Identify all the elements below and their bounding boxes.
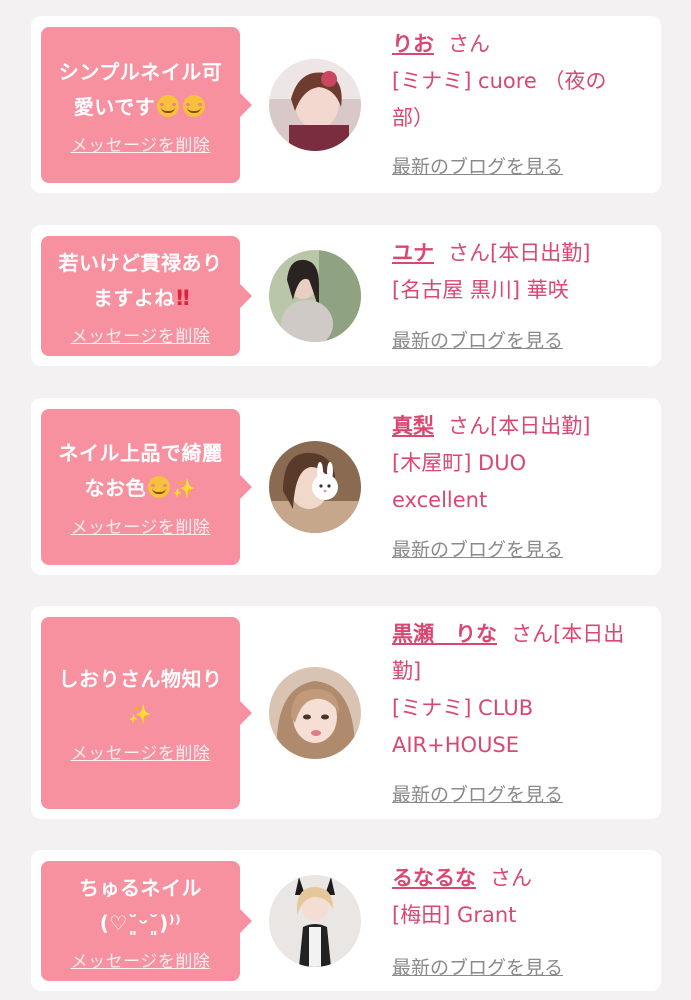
message-line: ネイル上品で綺麗 [58,441,223,465]
message-line: ますよね [92,285,175,310]
attendance-status: [本日出勤] [490,414,591,438]
cast-info: ユナ さん[本日出勤] [名古屋 黒川] 華咲 [392,235,650,309]
message-line: 若いけど貫禄あり [58,250,223,275]
latest-blog-link[interactable]: 最新のブログを見る [392,326,563,353]
message-bubble: ネイル上品で綺麗 なお色 ✨ メッセージを削除 [41,409,252,565]
cast-info: るなるな さん [梅田] Grant [392,860,650,934]
honorific: さん [448,32,490,56]
message-line: (♡˘͈ᵕ˘͈)⁾⁾ [99,910,182,935]
cast-name-link[interactable]: 真梨 [392,414,434,438]
smiling-face-with-hearts-icon [157,94,180,117]
attendance-status: [本日出勤] [490,241,591,265]
avatar[interactable] [269,441,361,533]
honorific: さん [448,241,490,265]
message-text: ネイル上品で綺麗 なお色 ✨ [59,436,223,507]
list-item: ちゅるネイル (♡˘͈ᵕ˘͈)⁾⁾ メッセージを削除 るなるな さん [梅田] G… [31,850,661,991]
avatar[interactable] [269,250,361,342]
latest-blog-link[interactable]: 最新のブログを見る [392,535,563,562]
shop-name-cont: AIR+HOUSE [392,733,520,757]
message-text: しおりさん物知り ✨ [59,662,223,733]
message-text: ちゅるネイル (♡˘͈ᵕ˘͈)⁾⁾ [79,871,202,941]
message-line: シンプルネイル可 [58,59,223,84]
delete-message-link[interactable]: メッセージを削除 [71,947,211,972]
cast-name-link[interactable]: りお [392,32,434,56]
smiling-face-with-hearts-icon [183,94,206,117]
cast-name-link[interactable]: 黒瀬 りな [392,622,497,646]
message-bubble: ちゅるネイル (♡˘͈ᵕ˘͈)⁾⁾ メッセージを削除 [41,861,252,981]
message-text: シンプルネイル可 愛いです [59,55,222,125]
list-item: ネイル上品で綺麗 なお色 ✨ メッセージを削除 真梨 さん[本日出勤] [木屋町] … [31,398,661,575]
double-exclamation-icon: !! [174,285,191,310]
avatar-photo [269,59,361,151]
message-line: しおりさん物知り [58,667,223,691]
avatar[interactable] [269,875,361,967]
cast-info: 真梨 さん[本日出勤] [木屋町] DUO excellent [392,408,650,519]
shop-name: [ミナミ] CLUB [392,696,534,720]
latest-blog-link[interactable]: 最新のブログを見る [392,780,563,807]
message-bubble: シンプルネイル可 愛いです メッセージを削除 [41,27,252,183]
shop-name: [木屋町] DUO [392,451,527,475]
latest-blog-link[interactable]: 最新のブログを見る [392,953,563,980]
latest-blog-link[interactable]: 最新のブログを見る [392,152,563,179]
honorific: さん [490,866,532,890]
message-line: なお色 [84,476,147,500]
message-bubble: 若いけど貫禄あり ますよね!! メッセージを削除 [41,236,252,356]
delete-message-link[interactable]: メッセージを削除 [71,513,211,538]
honorific: さん [448,414,490,438]
message-line: 愛いです [73,94,156,119]
shop-name: [名古屋 黒川] 華咲 [392,278,569,302]
message-list: シンプルネイル可 愛いです メッセージを削除 りお さん [ミナミ] cuore … [0,0,691,1000]
avatar[interactable] [269,667,361,759]
delete-message-link[interactable]: メッセージを削除 [71,322,211,347]
avatar-photo [269,667,361,759]
list-item: シンプルネイル可 愛いです メッセージを削除 りお さん [ミナミ] cuore … [31,16,661,193]
message-text: 若いけど貫禄あり ますよね!! [59,246,223,316]
list-item: しおりさん物知り ✨ メッセージを削除 黒瀬 りな さん[本日出勤] [ミナミ] … [31,606,661,819]
cast-name-link[interactable]: るなるな [392,866,476,890]
delete-message-link[interactable]: メッセージを削除 [71,131,211,156]
avatar[interactable] [269,59,361,151]
honorific: さん [511,622,553,646]
shop-name: [梅田] Grant [392,903,517,927]
shop-name-cont: 部） [392,106,434,130]
message-line: ちゅるネイル [79,875,202,900]
cast-name-link[interactable]: ユナ [392,241,434,265]
cast-info: 黒瀬 りな さん[本日出勤] [ミナミ] CLUB AIR+HOUSE [392,616,650,764]
message-bubble: しおりさん物知り ✨ メッセージを削除 [41,617,252,809]
avatar-photo [269,875,361,967]
avatar-photo [269,441,361,533]
sparkles-icon: ✨ [172,478,197,500]
sparkles-icon: ✨ [128,704,153,726]
smiling-face-icon [148,476,171,498]
shop-name-cont: excellent [392,488,488,512]
cast-info: りお さん [ミナミ] cuore （夜の 部） [392,26,650,137]
list-item: 若いけど貫禄あり ますよね!! メッセージを削除 ユナ さん[本日出勤] [名古屋… [31,225,661,366]
avatar-photo [269,250,361,342]
shop-name: [ミナミ] cuore （夜の [392,69,607,93]
delete-message-link[interactable]: メッセージを削除 [71,739,211,764]
